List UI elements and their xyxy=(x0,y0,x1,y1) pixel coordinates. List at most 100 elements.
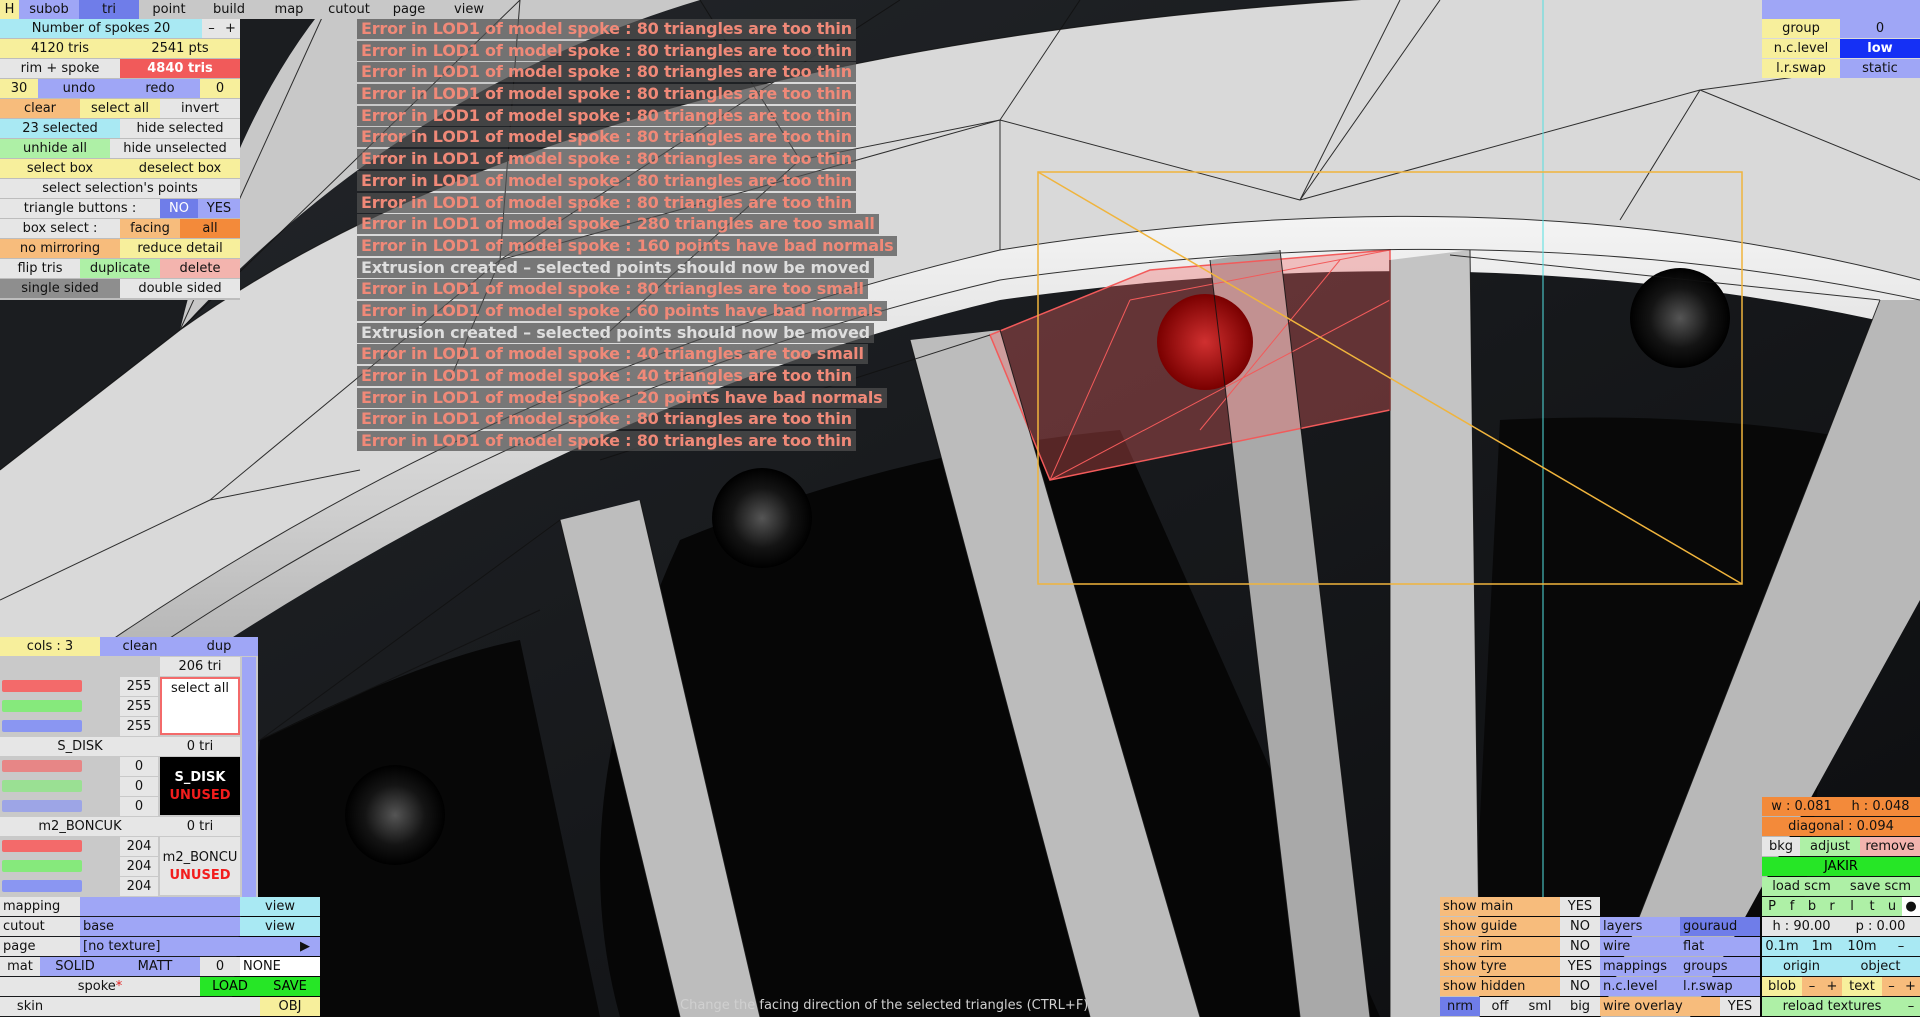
mat2-blue-slider[interactable] xyxy=(2,800,82,812)
mat-none-field[interactable]: NONE xyxy=(240,957,320,976)
box-select-facing[interactable]: facing xyxy=(120,219,180,238)
menu-point[interactable]: point xyxy=(139,0,199,19)
page-field[interactable]: [no texture] xyxy=(80,937,290,956)
text-plus[interactable]: + xyxy=(1901,977,1920,996)
view-button-●[interactable]: ● xyxy=(1902,897,1920,916)
clear-button[interactable]: clear xyxy=(0,99,80,118)
no-mirroring-button[interactable]: no mirroring xyxy=(0,239,120,258)
mat-matt-button[interactable]: MATT xyxy=(110,957,200,976)
save-scm-button[interactable]: save scm xyxy=(1841,877,1920,896)
view-button-P[interactable]: P xyxy=(1762,897,1782,916)
page-play-icon[interactable]: ▶ xyxy=(290,937,320,956)
scale-1m[interactable]: 1m xyxy=(1802,937,1842,956)
bkg-button[interactable]: bkg xyxy=(1762,837,1800,856)
reload-minus[interactable]: – xyxy=(1902,997,1920,1016)
mat3-swatch[interactable]: m2_BONCU UNUSED xyxy=(160,837,240,895)
show-main-label[interactable]: show main xyxy=(1440,897,1560,916)
group-value[interactable]: 0 xyxy=(1840,19,1920,38)
mat-solid-button[interactable]: SOLID xyxy=(40,957,110,976)
skin-field[interactable] xyxy=(60,997,260,1016)
menu-cutout[interactable]: cutout xyxy=(319,0,379,19)
hide-selected-button[interactable]: hide selected xyxy=(120,119,240,138)
dup-button[interactable]: dup xyxy=(180,637,258,656)
view-button-t[interactable]: t xyxy=(1862,897,1882,916)
mappings-button[interactable]: mappings xyxy=(1600,957,1680,976)
blob-button[interactable]: blob xyxy=(1762,977,1802,996)
unhide-all-button[interactable]: unhide all xyxy=(0,139,110,158)
show-guide-label[interactable]: show guide xyxy=(1440,917,1560,936)
nc-level-value[interactable]: low xyxy=(1840,39,1920,58)
menu-build[interactable]: build xyxy=(199,0,259,19)
flip-tris-button[interactable]: flip tris xyxy=(0,259,80,278)
menu-map[interactable]: map xyxy=(259,0,319,19)
mapping-field[interactable] xyxy=(80,897,240,916)
view-button-r[interactable]: r xyxy=(1822,897,1842,916)
materials-scrollbar[interactable] xyxy=(242,657,256,897)
save-button[interactable]: SAVE xyxy=(260,977,320,996)
show-hidden-label[interactable]: show hidden xyxy=(1440,977,1560,996)
wire-overlay-button[interactable]: wire overlay xyxy=(1600,997,1720,1016)
hide-unselected-button[interactable]: hide unselected xyxy=(110,139,240,158)
show-main-value[interactable]: YES xyxy=(1560,897,1600,916)
show-rim-value[interactable]: NO xyxy=(1560,937,1600,956)
object-button[interactable]: object xyxy=(1841,957,1920,976)
load-scm-button[interactable]: load scm xyxy=(1762,877,1841,896)
obj-button[interactable]: OBJ xyxy=(260,997,320,1016)
mat1-green-slider[interactable] xyxy=(2,700,82,712)
text-button[interactable]: text xyxy=(1842,977,1882,996)
duplicate-button[interactable]: duplicate xyxy=(80,259,160,278)
blob-minus[interactable]: – xyxy=(1802,977,1822,996)
mat1-swatch[interactable]: select all xyxy=(160,677,240,735)
menu-tri[interactable]: tri xyxy=(79,0,139,19)
view-button-b[interactable]: b xyxy=(1802,897,1822,916)
blob-plus[interactable]: + xyxy=(1822,977,1842,996)
single-sided-button[interactable]: single sided xyxy=(0,279,120,298)
layers-button[interactable]: layers xyxy=(1600,917,1680,936)
select-box-button[interactable]: select box xyxy=(0,159,120,178)
groups-button[interactable]: groups xyxy=(1680,957,1760,976)
mat3-green-slider[interactable] xyxy=(2,860,82,872)
cutout-view-button[interactable]: view xyxy=(240,917,320,936)
view-button-f[interactable]: f xyxy=(1782,897,1802,916)
mat3-red-slider[interactable] xyxy=(2,840,82,852)
reduce-detail-button[interactable]: reduce detail xyxy=(120,239,240,258)
invert-button[interactable]: invert xyxy=(160,99,240,118)
reload-textures-button[interactable]: reload textures xyxy=(1762,997,1902,1016)
undo-button[interactable]: undo xyxy=(38,79,120,98)
viewport-3d[interactable] xyxy=(0,0,1920,1017)
deselect-box-button[interactable]: deselect box xyxy=(120,159,240,178)
show-rim-label[interactable]: show rim xyxy=(1440,937,1560,956)
show-tyre-label[interactable]: show tyre xyxy=(1440,957,1560,976)
mat2-green-slider[interactable] xyxy=(2,780,82,792)
show-tyre-value[interactable]: YES xyxy=(1560,957,1600,976)
box-select-all[interactable]: all xyxy=(180,219,240,238)
normals-sml[interactable]: sml xyxy=(1520,997,1560,1016)
select-all-button[interactable]: select all xyxy=(80,99,160,118)
scale-dash[interactable]: – xyxy=(1882,937,1920,956)
menu-page[interactable]: page xyxy=(379,0,439,19)
delete-button[interactable]: delete xyxy=(160,259,240,278)
spokes-plus-button[interactable]: + xyxy=(221,19,240,38)
mat1-blue-slider[interactable] xyxy=(2,720,82,732)
clean-button[interactable]: clean xyxy=(100,637,180,656)
select-points-button[interactable]: select selection's points xyxy=(0,179,240,198)
load-button[interactable]: LOAD xyxy=(200,977,260,996)
show-guide-value[interactable]: NO xyxy=(1560,917,1600,936)
view-button-u[interactable]: u xyxy=(1882,897,1902,916)
remove-button[interactable]: remove xyxy=(1860,837,1920,856)
menu-subob[interactable]: subob xyxy=(19,0,79,19)
wire-button[interactable]: wire xyxy=(1600,937,1680,956)
flat-button[interactable]: flat xyxy=(1680,937,1760,956)
mat2-red-slider[interactable] xyxy=(2,760,82,772)
menu-view[interactable]: view xyxy=(439,0,499,19)
view-button-l[interactable]: l xyxy=(1842,897,1862,916)
lr-swap-button[interactable]: l.r.swap xyxy=(1680,977,1760,996)
cutout-field[interactable]: base xyxy=(80,917,240,936)
mat2-swatch[interactable]: S_DISK UNUSED xyxy=(160,757,240,815)
mat1-red-slider[interactable] xyxy=(2,680,82,692)
normals-nrm[interactable]: nrm xyxy=(1440,997,1480,1016)
show-hidden-value[interactable]: NO xyxy=(1560,977,1600,996)
wire-overlay-value[interactable]: YES xyxy=(1720,997,1760,1016)
tri-buttons-yes[interactable]: YES xyxy=(198,199,240,218)
normals-big[interactable]: big xyxy=(1560,997,1600,1016)
